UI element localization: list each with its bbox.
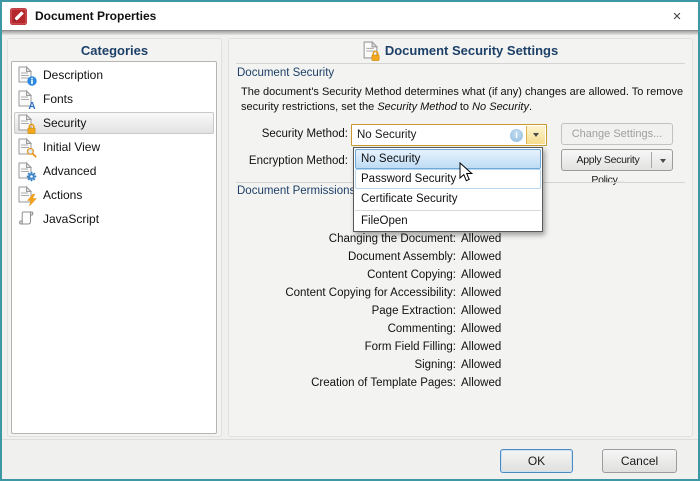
permission-value: Allowed bbox=[461, 230, 501, 248]
close-icon[interactable]: × bbox=[662, 8, 692, 25]
permission-value: Allowed bbox=[461, 248, 501, 266]
document-properties-dialog: Document Properties × Categories Descrip… bbox=[0, 0, 700, 481]
categories-list[interactable]: Description A Fonts Security bbox=[11, 61, 217, 434]
mouse-cursor bbox=[459, 162, 473, 183]
permission-label: Changing the Document: bbox=[231, 230, 456, 248]
javascript-scroll-icon bbox=[18, 210, 35, 228]
footer-divider bbox=[2, 439, 698, 440]
lightning-badge-icon bbox=[27, 194, 37, 206]
change-settings-button[interactable]: Change Settings... bbox=[561, 123, 673, 145]
permission-label: Creation of Template Pages: bbox=[231, 374, 456, 392]
dropdown-option-certificate-security[interactable]: Certificate Security bbox=[355, 189, 541, 209]
info-icon[interactable]: i bbox=[510, 129, 523, 142]
svg-text:A: A bbox=[28, 101, 35, 110]
encryption-method-label: Encryption Method: bbox=[229, 155, 348, 167]
permission-label: Document Assembly: bbox=[231, 248, 456, 266]
sidebar-item-label: JavaScript bbox=[43, 212, 99, 226]
actions-page-icon bbox=[18, 186, 35, 204]
security-method-dropdown-list[interactable]: No Security Password Security Certificat… bbox=[353, 147, 543, 232]
security-settings-panel: Document Security Settings Document Secu… bbox=[228, 38, 693, 437]
sidebar-item-security[interactable]: Security bbox=[13, 111, 215, 135]
sidebar-item-label: Security bbox=[43, 116, 86, 130]
combobox-dropdown-button[interactable] bbox=[526, 126, 545, 144]
permission-label: Page Extraction: bbox=[231, 302, 456, 320]
initial-view-page-icon bbox=[18, 138, 35, 156]
fonts-page-icon: A bbox=[18, 90, 35, 108]
document-security-group-label: Document Security bbox=[237, 67, 334, 79]
cancel-button[interactable]: Cancel bbox=[602, 449, 677, 473]
group-divider bbox=[236, 63, 685, 64]
sidebar-item-label: Description bbox=[43, 68, 103, 82]
font-a-badge-icon: A bbox=[27, 100, 37, 110]
security-method-value: No Security bbox=[357, 125, 416, 145]
categories-panel: Categories Description A Fonts bbox=[7, 38, 222, 437]
chevron-down-icon bbox=[533, 133, 539, 137]
sidebar-item-label: Initial View bbox=[43, 140, 100, 154]
dropdown-option-password-security[interactable]: Password Security bbox=[355, 169, 541, 189]
apply-security-policy-button[interactable]: Apply Security Policy... bbox=[561, 149, 673, 171]
categories-header: Categories bbox=[8, 43, 221, 58]
sidebar-item-label: Fonts bbox=[43, 92, 73, 106]
permission-label: Form Field Filling: bbox=[231, 338, 456, 356]
permission-label: Content Copying for Accessibility: bbox=[231, 284, 456, 302]
permission-value: Allowed bbox=[461, 338, 501, 356]
sidebar-item-fonts[interactable]: A Fonts bbox=[13, 87, 215, 111]
titlebar-shadow bbox=[2, 31, 698, 35]
sidebar-item-label: Advanced bbox=[43, 164, 96, 178]
gear-badge-icon bbox=[26, 171, 37, 182]
dropdown-option-fileopen[interactable]: FileOpen bbox=[355, 211, 541, 231]
sidebar-item-javascript[interactable]: JavaScript bbox=[13, 207, 215, 231]
pdf-xchange-logo-icon bbox=[10, 8, 27, 25]
permission-label: Signing: bbox=[231, 356, 456, 374]
security-method-combobox[interactable]: No Security i bbox=[351, 124, 547, 146]
sidebar-item-actions[interactable]: Actions bbox=[13, 183, 215, 207]
title-bar[interactable]: Document Properties × bbox=[2, 2, 698, 31]
permission-value: Allowed bbox=[461, 266, 501, 284]
permission-value: Allowed bbox=[461, 356, 501, 374]
security-settings-header: Document Security Settings bbox=[229, 41, 692, 59]
button-split-divider bbox=[651, 152, 652, 168]
sidebar-item-label: Actions bbox=[43, 188, 82, 202]
ok-button[interactable]: OK bbox=[500, 449, 573, 473]
security-description-text: The document's Security Method determine… bbox=[241, 85, 687, 115]
sidebar-item-description[interactable]: Description bbox=[13, 63, 215, 87]
info-badge-icon bbox=[27, 76, 37, 86]
security-method-label: Security Method: bbox=[229, 128, 348, 140]
security-page-icon bbox=[18, 114, 35, 132]
dropdown-option-no-security[interactable]: No Security bbox=[355, 149, 541, 169]
magnifier-badge-icon bbox=[26, 147, 37, 158]
permission-value: Allowed bbox=[461, 284, 501, 302]
sidebar-item-advanced[interactable]: Advanced bbox=[13, 159, 215, 183]
advanced-page-icon bbox=[18, 162, 35, 180]
chevron-down-icon[interactable] bbox=[660, 159, 666, 163]
permission-value: Allowed bbox=[461, 374, 501, 392]
permission-label: Commenting: bbox=[231, 320, 456, 338]
sidebar-item-initial-view[interactable]: Initial View bbox=[13, 135, 215, 159]
document-lock-icon bbox=[363, 41, 378, 59]
lock-badge-icon bbox=[26, 123, 37, 134]
permission-label: Content Copying: bbox=[231, 266, 456, 284]
permission-value: Allowed bbox=[461, 302, 501, 320]
dialog-title: Document Properties bbox=[35, 9, 156, 23]
security-settings-title: Document Security Settings bbox=[385, 43, 558, 58]
description-page-icon bbox=[18, 66, 35, 84]
permission-value: Allowed bbox=[461, 320, 501, 338]
